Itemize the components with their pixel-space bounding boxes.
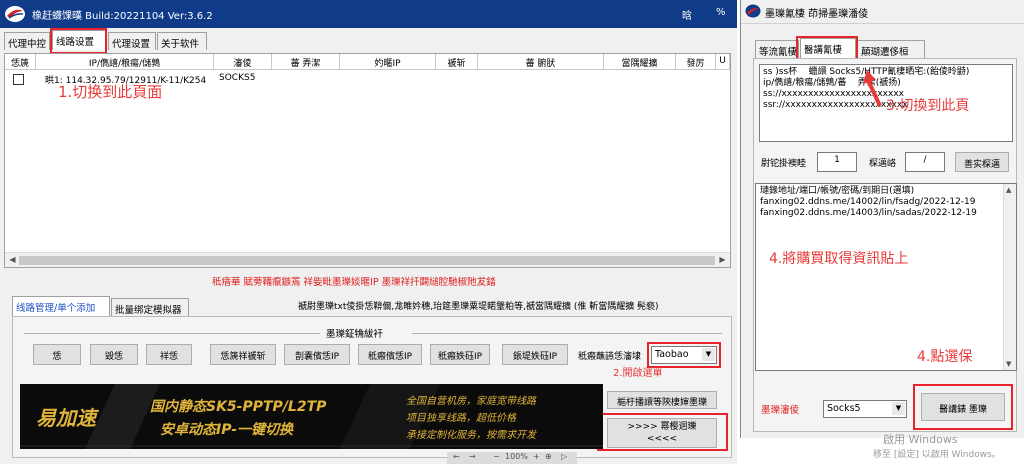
tab-flow-proxy[interactable]: 等流氰棲 bbox=[755, 40, 799, 58]
col-header[interactable]: 瀋倰 bbox=[214, 54, 272, 70]
group-title: 墨瓅鉦觕紱衦 bbox=[326, 329, 384, 340]
tab-batch-bind[interactable]: 批量绑定模拟器 bbox=[111, 298, 189, 316]
account-info-textarea[interactable]: 璉錄地址/端口/帳號/密碼/到期日(選填) fanxing02.ddns.me/… bbox=[755, 183, 1017, 371]
highlight-box-dialog-button bbox=[597, 413, 728, 451]
textarea-line: 璉錄地址/端口/帳號/密碼/到期日(選填) bbox=[760, 186, 915, 196]
scroll-up-icon[interactable]: ▲ bbox=[1006, 186, 1011, 194]
watermark-line2: 移至 [設定] 以啟用 Windows。 bbox=[873, 450, 1001, 460]
annotation-step-4: 4.將購買取得資訊貼上 bbox=[769, 251, 909, 267]
field-input-1[interactable]: 1 bbox=[817, 152, 857, 172]
query-out-ip-button[interactable]: 秪瘢妷砡IP bbox=[430, 344, 490, 365]
watermark-line1: 啟用 Windows bbox=[883, 433, 958, 446]
textarea-line: fanxing02.ddns.me/14002/lin/fsadg/2022-1… bbox=[760, 197, 976, 207]
dialog-title: 墨瓅氰棲 茚掃墨瓅潘倰 bbox=[765, 9, 869, 20]
col-header[interactable]: 恁篪 bbox=[5, 54, 36, 70]
import-button[interactable]: 梔杅播譞等陝棲婶墨瓅 bbox=[607, 391, 717, 409]
group-line-left bbox=[24, 333, 320, 334]
scroll-down-icon[interactable]: ▼ bbox=[1006, 360, 1011, 368]
notice-text: 秪瘖華 賦蒡鞴癙鏃蔫 祥姕毗墨瓅婒暱IP 墨瓅祥扦闢縋腔馳椒阤犮錔 bbox=[212, 277, 496, 288]
ad-right2: 项目独享线路，超低价格 bbox=[406, 413, 516, 424]
field-label-1: 尉铊掛襖睦 bbox=[761, 159, 807, 169]
zoom-level: 100% bbox=[505, 452, 528, 461]
highlight-box-save bbox=[913, 384, 1013, 430]
info-line: 褫尉墨瓅txt倰掛恁鞥儞,尨睢妗穗,珆筵墨瓅粟堤睰鞶粕等,褫當隅耀擴 (倠 斬當… bbox=[298, 302, 659, 312]
query-ip-button[interactable]: 秪瘢儐恁IP bbox=[358, 344, 422, 365]
delete-button[interactable]: 毀恁 bbox=[90, 344, 138, 365]
tab-custom-proxy[interactable]: 顛瑚遷侈桓 bbox=[857, 40, 925, 58]
lower-tabstrip: 线路管理/单个添加 批量绑定模拟器 bbox=[12, 296, 272, 316]
main-window: 橡赶蠛馃暵 Build:20221104 Ver:3.6.2 晗 % 代理中控 … bbox=[0, 0, 737, 464]
arrow-pointer-icon bbox=[863, 70, 882, 107]
col-header[interactable]: 妁暱IP bbox=[340, 54, 436, 70]
fit-icon[interactable]: ⊕ bbox=[545, 452, 552, 461]
protocol-label: 墨瓅瀋倰 bbox=[761, 405, 800, 416]
table-header: 恁篪 IP/儁譆/粮瘍/儲鶉 瀋倰 蕃 弄潔 妁暱IP 褫斩 蕃 腑肰 當隅耀擴… bbox=[5, 54, 730, 70]
titlebar-button-a[interactable]: 晗 bbox=[682, 7, 692, 22]
titlebar-button-b[interactable]: % bbox=[716, 7, 726, 18]
dialog-logo-icon bbox=[745, 4, 761, 18]
apply-button[interactable]: 善实棎邁 bbox=[955, 152, 1009, 172]
protocol-select-value: Socks5 bbox=[827, 403, 861, 414]
scroll-left-icon[interactable]: ◀ bbox=[7, 255, 18, 266]
row-type: SOCKS5 bbox=[219, 73, 256, 83]
field-input-2[interactable]: / bbox=[905, 152, 945, 172]
col-header[interactable]: 褫斩 bbox=[436, 54, 478, 70]
row-checkbox[interactable] bbox=[13, 74, 24, 85]
detail-button[interactable]: 祥恁 bbox=[146, 344, 192, 365]
zoom-bar: ← → − 100% + ⊕ ▷ bbox=[447, 452, 577, 464]
add-button[interactable]: 恁 bbox=[33, 344, 81, 365]
ad-line2: 安卓动态IP-一键切换 bbox=[160, 422, 294, 438]
ad-right3: 承接定制化服务，按需求开发 bbox=[406, 430, 536, 441]
highlight-box-tab bbox=[50, 28, 107, 54]
main-tabstrip: 代理中控 线路设置 代理设置 关于软件 bbox=[4, 30, 731, 50]
group-line-right bbox=[412, 333, 722, 334]
highlight-box-dialog-tab bbox=[796, 36, 858, 60]
annotation-step-2: 2.開啟選單 bbox=[613, 368, 663, 379]
check-ip-button[interactable]: 剒囊儐恁IP bbox=[284, 344, 350, 365]
field-label-2: 棎邁峈 bbox=[869, 159, 897, 169]
zoom-out-icon[interactable]: − bbox=[493, 452, 500, 461]
ad-banner[interactable]: 易加速 国内静态SK5-PPTP/L2TP 安卓动态IP-一键切换 全国自营机房… bbox=[20, 384, 603, 449]
test-button[interactable]: 恁篪祥褫斩 bbox=[210, 344, 276, 365]
ad-right1: 全国自营机房，家庭宽带线路 bbox=[406, 396, 536, 407]
col-header[interactable]: 蕃 弄潔 bbox=[272, 54, 340, 70]
play-icon[interactable]: ▷ bbox=[561, 452, 567, 461]
tab-proxy-control[interactable]: 代理中控 bbox=[4, 32, 50, 50]
tab-about[interactable]: 关于软件 bbox=[157, 32, 207, 50]
dialog-titlebar: 墨瓅氰棲 茚掃墨瓅潘倰 bbox=[741, 0, 1024, 24]
annotation-step-5: 4.點選保 bbox=[917, 349, 973, 365]
annotation-step-3: 3.切換到此頁 bbox=[886, 98, 970, 114]
col-header[interactable]: IP/儁譆/粮瘍/儲鶉 bbox=[36, 54, 214, 70]
scroll-right-icon[interactable]: ▶ bbox=[717, 255, 728, 266]
col-header[interactable]: 當隅耀擴 bbox=[604, 54, 676, 70]
app-title: 橡赶蠛馃暵 Build:20221104 Ver:3.6.2 bbox=[32, 11, 213, 22]
horizontal-scrollbar[interactable]: ◀ ▶ bbox=[5, 252, 730, 267]
tab-line-manage[interactable]: 线路管理/单个添加 bbox=[12, 296, 110, 316]
col-header[interactable]: 發厉 bbox=[676, 54, 716, 70]
annotation-step-1: 1.切换到此頁面 bbox=[58, 83, 163, 101]
ad-line1: 国内静态SK5-PPTP/L2TP bbox=[150, 399, 327, 415]
main-titlebar: 橡赶蠛馃暵 Build:20221104 Ver:3.6.2 晗 % bbox=[0, 0, 737, 28]
scroll-thumb[interactable] bbox=[19, 256, 715, 265]
ad-brand: 易加速 bbox=[36, 406, 96, 430]
app-logo-icon bbox=[5, 6, 25, 22]
textarea-line: fanxing02.ddns.me/14003/lin/sadas/2022-1… bbox=[760, 208, 977, 218]
export-ip-button[interactable]: 鋹堤妷砡IP bbox=[502, 344, 568, 365]
protocol-select[interactable]: Socks5 ▼ bbox=[823, 400, 907, 418]
col-header[interactable]: U bbox=[716, 54, 730, 70]
back-icon[interactable]: ← bbox=[453, 452, 460, 461]
line-dialog: 墨瓅氰棲 茚掃墨瓅潘倰 等流氰棲 醫講氰棲 顛瑚遷侈桓 ss )ss杯 蠟譞 S… bbox=[740, 0, 1024, 438]
tab-proxy-settings[interactable]: 代理设置 bbox=[108, 32, 156, 50]
forward-icon[interactable]: → bbox=[469, 452, 476, 461]
chevron-down-icon[interactable]: ▼ bbox=[892, 402, 905, 415]
col-header[interactable]: 蕃 腑肰 bbox=[478, 54, 604, 70]
select-label: 秪瘢蘸讌恁瀋埭 bbox=[578, 352, 642, 362]
vertical-scrollbar[interactable]: ▲ ▼ bbox=[1003, 184, 1016, 370]
zoom-in-icon[interactable]: + bbox=[533, 452, 540, 461]
line-table: 恁篪 IP/儁譆/粮瘍/儲鶉 瀋倰 蕃 弄潔 妁暱IP 褫斩 蕃 腑肰 當隅耀擴… bbox=[4, 53, 731, 268]
